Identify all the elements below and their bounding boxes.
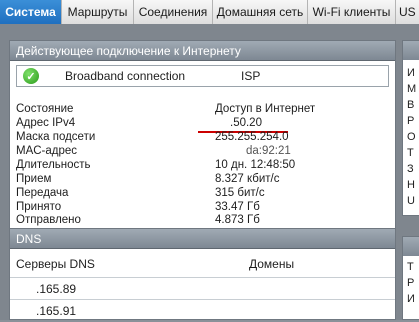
dns-server: .165.91 xyxy=(36,304,77,318)
info-row-mac: MAC-адрес da:92:21 xyxy=(16,145,306,157)
info-label: Состояние xyxy=(16,103,74,115)
dns-table-header: Серверы DNS Домены xyxy=(16,257,389,275)
check-circle-icon: ✓ xyxy=(23,68,39,84)
info-row-sent: Отправлено 4.873 Гб xyxy=(16,214,306,226)
info-row-received: Принято 33.47 Гб xyxy=(16,201,306,213)
info-value: 33.47 Гб xyxy=(215,201,260,213)
side-letter: О xyxy=(407,131,416,143)
internet-panel-title: Действующее подключение к Интернету xyxy=(10,41,395,61)
internet-connection-panel: Действующее подключение к Интернету ✓ Br… xyxy=(9,40,396,216)
info-label: Отправлено xyxy=(16,214,81,226)
side-letter: М xyxy=(407,83,417,95)
side-letter: Т xyxy=(407,261,414,273)
side-panel-header xyxy=(403,237,419,256)
side-letter: Р xyxy=(407,277,415,289)
dns-col-domains: Домены xyxy=(249,257,295,271)
tab-usb[interactable]: US xyxy=(396,0,419,24)
dns-row: .165.91 xyxy=(10,299,395,322)
info-row-status: Состояние Доступ в Интернет xyxy=(16,103,315,115)
info-label: Адрес IPv4 xyxy=(16,117,76,129)
info-value: .50.20 xyxy=(230,117,262,129)
info-value: 315 бит/с xyxy=(215,187,265,199)
content-area: Действующее подключение к Интернету ✓ Br… xyxy=(0,24,419,320)
info-row-receive: Прием 8.327 кбит/с xyxy=(16,173,306,185)
side-letter: U xyxy=(407,195,415,207)
info-value: 4.873 Гб xyxy=(215,214,260,226)
connection-name: Broadband connection xyxy=(65,69,186,83)
info-value: 8.327 кбит/с xyxy=(215,173,280,185)
side-letter: Т xyxy=(407,147,414,159)
side-letter: З xyxy=(407,163,414,175)
info-row-ipv4: Адрес IPv4 .50.20 xyxy=(16,117,306,129)
info-value: da:92:21 xyxy=(246,145,291,157)
top-tab-bar: Система Маршруты Соединения Домашняя сет… xyxy=(0,0,419,25)
info-label: Передача xyxy=(16,187,69,199)
side-letter: В xyxy=(407,99,415,111)
side-letter: И xyxy=(407,293,415,305)
dns-row: .165.89 xyxy=(10,277,395,300)
dns-server: .165.89 xyxy=(36,282,77,296)
info-value: 255.255.254.0 xyxy=(215,131,289,143)
tab-system[interactable]: Система xyxy=(0,0,62,24)
connection-row[interactable]: ✓ Broadband connection ISP xyxy=(16,65,389,87)
connection-type: ISP xyxy=(241,69,261,83)
side-panel-header xyxy=(403,41,419,60)
tab-wifi-clients[interactable]: Wi-Fi клиенты xyxy=(308,0,396,24)
tab-routes[interactable]: Маршруты xyxy=(62,0,134,24)
side-letter: Н xyxy=(407,179,415,191)
tab-home-network[interactable]: Домашняя сеть xyxy=(213,0,308,24)
info-value: Доступ в Интернет xyxy=(215,103,316,115)
side-panel-bottom: Т Р И xyxy=(402,236,419,320)
info-row-netmask: Маска подсети 255.255.254.0 xyxy=(16,131,306,143)
side-letter: И xyxy=(407,67,415,79)
dns-col-servers: Серверы DNS xyxy=(16,257,95,271)
info-label: MAC-адрес xyxy=(16,145,78,157)
dns-panel-title: DNS xyxy=(10,229,395,249)
info-label: Длительность xyxy=(16,159,91,171)
info-row-duration: Длительность 10 дн. 12:48:50 xyxy=(16,159,306,171)
tab-connections[interactable]: Соединения xyxy=(134,0,213,24)
info-value: 10 дн. 12:48:50 xyxy=(215,159,296,171)
info-label: Маска подсети xyxy=(16,131,96,143)
side-panel-top: И М В Р О Т З Н U xyxy=(402,40,419,216)
info-label: Принято xyxy=(16,201,62,213)
dns-panel: DNS Серверы DNS Домены .165.89 .165.91 xyxy=(9,228,396,320)
info-label: Прием xyxy=(16,173,52,185)
info-row-transmit: Передача 315 бит/с xyxy=(16,187,306,199)
side-letter: Р xyxy=(407,115,415,127)
